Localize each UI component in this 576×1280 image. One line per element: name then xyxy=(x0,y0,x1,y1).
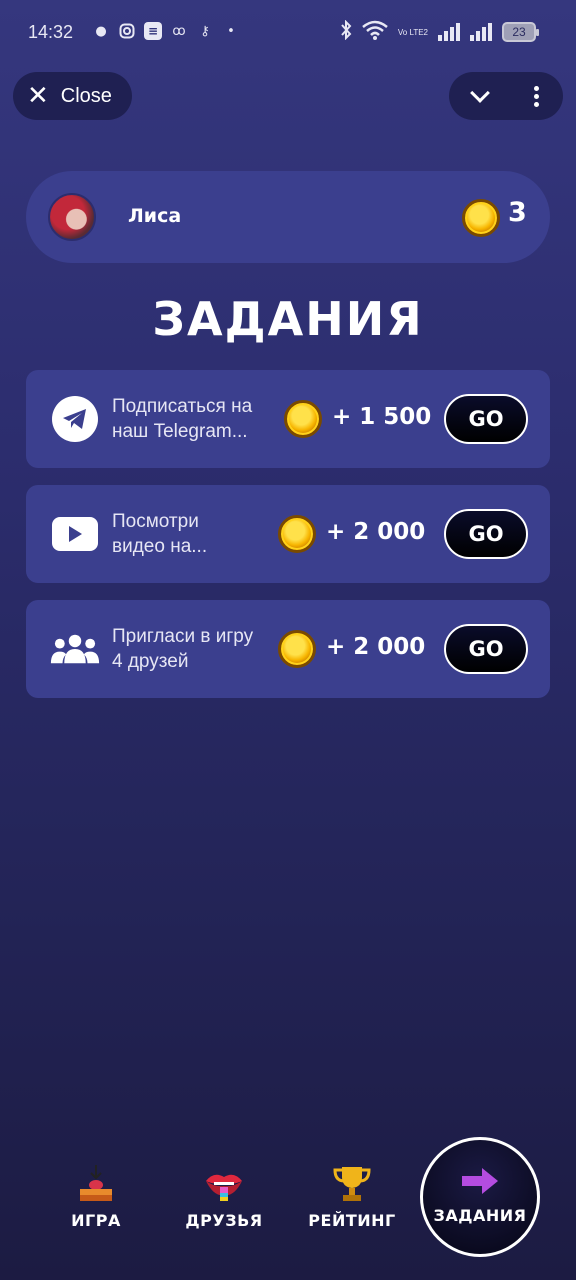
coin-icon xyxy=(278,630,316,668)
instagram-icon xyxy=(118,22,136,40)
task-reward: + 1 500 xyxy=(332,404,432,430)
nav-label: РЕЙТИНГ xyxy=(308,1211,396,1230)
username: Лиса xyxy=(128,205,182,227)
chevron-down-icon xyxy=(469,83,490,103)
wifi-icon xyxy=(362,20,388,44)
spotify-icon: ≡ xyxy=(144,22,162,40)
key-icon: ⚷ xyxy=(200,23,210,39)
task-reward: + 2 000 xyxy=(326,634,426,660)
task-title: Пригласи в игру 4 друзей xyxy=(112,626,254,672)
go-button[interactable]: GO xyxy=(444,394,528,444)
menu-pill xyxy=(449,72,563,120)
system-icons: Vo LTE2 23 xyxy=(340,19,539,44)
more-menu-button[interactable] xyxy=(534,85,540,107)
go-button[interactable]: GO xyxy=(444,624,528,674)
go-button[interactable]: GO xyxy=(444,509,528,559)
close-button[interactable]: ✕ Close xyxy=(13,72,132,120)
task-card: Пригласи в игру 4 друзей + 2 000 GO xyxy=(26,600,550,698)
nav-item-tasks[interactable]: ЗАДАНИЯ xyxy=(420,1137,540,1257)
signal-icon xyxy=(438,23,460,41)
collapse-button[interactable] xyxy=(469,83,490,103)
battery-icon: 23 xyxy=(502,22,539,42)
game-icon xyxy=(36,1159,156,1203)
coin-balance: 3 xyxy=(508,197,527,228)
arrow-right-icon xyxy=(423,1166,537,1196)
nav-label: ИГРА xyxy=(71,1211,121,1230)
status-time: 14:32 xyxy=(28,22,74,42)
notification-icons: ● ≡ ꝏ ⚷ • xyxy=(92,22,240,40)
nav-item-game[interactable]: ИГРА xyxy=(36,1159,156,1230)
status-bar: 14:32 ● ≡ ꝏ ⚷ • Vo LTE2 23 xyxy=(0,0,576,66)
nav-item-rating[interactable]: РЕЙТИНГ xyxy=(292,1159,412,1230)
coin-icon xyxy=(278,515,316,553)
task-title: Подписаться на наш Telegram... xyxy=(112,396,253,442)
dot-icon: • xyxy=(227,23,235,39)
page-title: ЗАДАНИЯ xyxy=(152,292,424,346)
bluetooth-icon xyxy=(340,19,352,44)
users-icon xyxy=(50,624,100,674)
avatar[interactable] xyxy=(48,193,96,241)
youtube-icon xyxy=(50,509,100,559)
profile-card: Лиса 3 xyxy=(26,171,550,263)
app-icon: ꝏ xyxy=(172,23,186,39)
close-icon: ✕ xyxy=(27,81,49,111)
close-label: Close xyxy=(60,84,112,107)
network-type: Vo LTE2 xyxy=(397,27,428,37)
nav-item-friends[interactable]: ДРУЗЬЯ xyxy=(164,1159,284,1230)
task-title: Посмотри видео на... xyxy=(112,511,208,557)
trophy-icon xyxy=(292,1159,412,1203)
nav-label: ЗАДАНИЯ xyxy=(433,1206,527,1225)
bottom-nav: ИГРА ДРУЗЬЯ РЕЙТИНГ ЗАДАНИЯ xyxy=(0,1135,576,1260)
coin-icon xyxy=(284,400,322,438)
task-card: Посмотри видео на... + 2 000 GO xyxy=(26,485,550,583)
signal-icon xyxy=(470,23,492,41)
coin-icon xyxy=(462,199,500,237)
lips-icon xyxy=(164,1159,284,1203)
task-reward: + 2 000 xyxy=(326,519,426,545)
message-icon: ● xyxy=(95,23,107,39)
task-card: Подписаться на наш Telegram... + 1 500 G… xyxy=(26,370,550,468)
telegram-icon xyxy=(50,394,100,444)
nav-label: ДРУЗЬЯ xyxy=(185,1211,263,1230)
